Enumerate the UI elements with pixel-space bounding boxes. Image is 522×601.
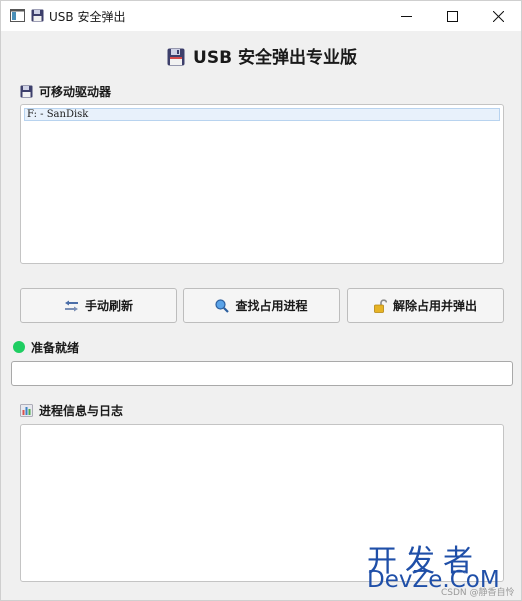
refresh-button-label: 手动刷新 [84,299,133,313]
maximize-icon [446,10,458,22]
page-title: USB 安全弹出专业版 [1,43,522,68]
floppy-disk-icon [167,48,185,66]
unlock-icon [374,298,387,313]
status-field[interactable] [11,361,513,386]
floppy-disk-icon [20,85,33,98]
window-title: USB 安全弹出 [49,10,126,24]
app-window: USB 安全弹出 USB 安全弹出专业版 可移动驱动器 F: - SanDisk… [0,0,522,601]
close-button[interactable] [475,1,521,31]
refresh-button[interactable]: 手动刷新 [20,288,177,323]
drives-section-label: 可移动驱动器 [20,83,111,100]
unlock-eject-button-label: 解除占用并弹出 [392,299,477,313]
window-app-icon [10,9,25,22]
status-indicator [13,341,25,353]
magnifier-icon [215,298,230,313]
watermark-csdn: CSDN @静香自怜 [441,588,515,598]
minimize-icon [400,15,412,17]
arrows-icon [64,300,78,311]
status-text: 准备就绪 [31,341,80,355]
maximize-button[interactable] [429,1,475,31]
floppy-disk-icon [31,9,44,22]
page-title-text: USB 安全弹出专业版 [193,48,357,68]
find-process-button[interactable]: 查找占用进程 [183,288,340,323]
unlock-eject-button[interactable]: 解除占用并弹出 [347,288,504,323]
find-process-button-label: 查找占用进程 [235,299,308,313]
list-item[interactable]: F: - SanDisk [24,108,500,121]
close-icon [492,10,504,22]
drives-label-text: 可移动驱动器 [39,85,112,99]
log-section-label: 进程信息与日志 [20,402,123,419]
bar-chart-icon [20,404,33,417]
minimize-button[interactable] [383,1,429,31]
log-label-text: 进程信息与日志 [39,404,124,418]
drive-list[interactable]: F: - SanDisk [20,104,504,264]
title-bar: USB 安全弹出 [1,1,521,31]
